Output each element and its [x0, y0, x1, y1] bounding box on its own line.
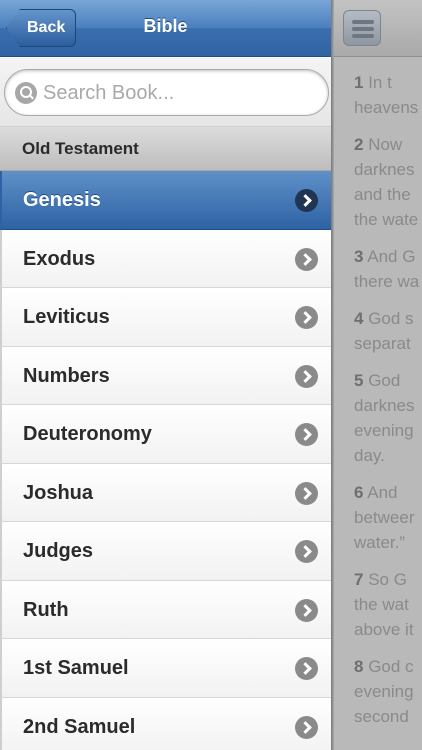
book-item[interactable]: Leviticus: [0, 288, 331, 347]
disclosure-chevron-icon: [295, 306, 318, 329]
verse: 5 God darknes evening day.: [354, 368, 422, 468]
verse: 2 Now darknes and the the wate: [354, 132, 422, 232]
verse-number: 5: [354, 371, 364, 390]
verse: 8 God c evening second: [354, 654, 422, 729]
nav-title: Bible: [143, 16, 188, 36]
verse-text: day.: [354, 446, 385, 465]
disclosure-chevron-icon: [295, 657, 318, 680]
book-label: Numbers: [23, 364, 110, 387]
disclosure-chevron-icon: [295, 715, 318, 739]
reader-toolbar: [333, 0, 422, 57]
verse-text: water.”: [354, 533, 406, 552]
book-list: Genesis Exodus Leviticus Numbers Deuteronomy…: [0, 171, 331, 750]
book-label: Joshua: [23, 481, 94, 504]
book-label: 1st Samuel: [23, 657, 129, 679]
book-item[interactable]: Ruth: [0, 580, 331, 639]
verse-number: 3: [354, 247, 364, 266]
verse-text: the wate: [354, 210, 419, 229]
verse: 3 And G there wa: [354, 244, 422, 294]
reader-pane: 1 In t heavens 2 Now darknes and the the wate…: [333, 0, 422, 750]
book-label: Deuteronomy: [23, 423, 152, 445]
screen: 1 In t heavens 2 Now darknes and the the wate…: [0, 0, 422, 750]
disclosure-chevron-icon: [295, 598, 318, 622]
verse-text: darknes: [354, 396, 415, 415]
verse-text: betweer: [354, 508, 415, 527]
book-item[interactable]: 1st Samuel: [0, 639, 331, 698]
book-label: 2nd Samuel: [23, 715, 136, 738]
verse: 1 In t heavens: [354, 70, 422, 120]
book-item[interactable]: Exodus: [0, 229, 331, 288]
verse-text: heavens: [354, 98, 419, 117]
book-label: Leviticus: [23, 306, 110, 328]
navbar: Back Bible: [0, 0, 331, 57]
book-item[interactable]: Numbers: [0, 346, 331, 405]
book-item[interactable]: 2nd Samuel: [0, 697, 331, 750]
search-icon: [15, 82, 37, 104]
verse-text: God s: [368, 309, 414, 328]
disclosure-chevron-icon: [295, 189, 318, 212]
verse: 4 God s separat: [354, 306, 422, 356]
search-bar: [0, 58, 331, 126]
search-field[interactable]: [4, 69, 329, 116]
disclosure-chevron-icon: [295, 364, 318, 388]
verse-text: above it: [354, 620, 414, 639]
verse-text: there wa: [354, 272, 420, 291]
verse-number: 4: [354, 309, 364, 328]
book-item[interactable]: Judges: [0, 522, 331, 581]
disclosure-chevron-icon: [295, 423, 318, 446]
book-item[interactable]: Joshua: [0, 463, 331, 522]
disclosure-chevron-icon: [295, 540, 318, 563]
book-label: Exodus: [23, 247, 96, 270]
verse-text: And G: [367, 247, 416, 266]
verse-text: So G: [368, 570, 407, 589]
book-label: Judges: [23, 540, 94, 562]
verse-number: 2: [354, 135, 364, 154]
verse: 7 So G the wat above it: [354, 567, 422, 642]
verse-text: evening: [354, 421, 414, 440]
verse-number: 7: [354, 570, 364, 589]
verse-text: evening: [354, 682, 414, 701]
book-label: Genesis: [23, 189, 101, 211]
verse-text: separat: [354, 334, 411, 353]
verse-text: And: [367, 483, 398, 502]
verse-text: and the: [354, 185, 411, 204]
book-label: Ruth: [23, 598, 69, 621]
disclosure-chevron-icon: [295, 481, 318, 505]
verse: 6 And betweer water.”: [354, 480, 422, 555]
book-panel: Back Bible Old Testament Genesis Exodus Le…: [0, 0, 331, 750]
verse-text: God: [368, 371, 401, 390]
book-item[interactable]: Deuteronomy: [0, 405, 331, 464]
verse-text: second: [354, 707, 409, 726]
verse-text: the wat: [354, 595, 409, 614]
verse-text: Now: [368, 135, 403, 154]
book-item[interactable]: Genesis: [0, 171, 331, 230]
search-input[interactable]: [43, 78, 313, 108]
verse-number: 8: [354, 657, 364, 676]
verse-text: darknes: [354, 160, 415, 179]
disclosure-chevron-icon: [295, 247, 318, 271]
hamburger-menu-icon[interactable]: [343, 10, 381, 46]
verse-number: 1: [354, 73, 364, 92]
verse-text: God c: [368, 657, 414, 676]
verse-number: 6: [354, 483, 364, 502]
verse-list: 1 In t heavens 2 Now darknes and the the wate…: [354, 70, 422, 741]
panel-divider: [331, 0, 334, 750]
section-header-old-testament: Old Testament: [0, 126, 331, 171]
verse-text: In t: [368, 73, 392, 92]
